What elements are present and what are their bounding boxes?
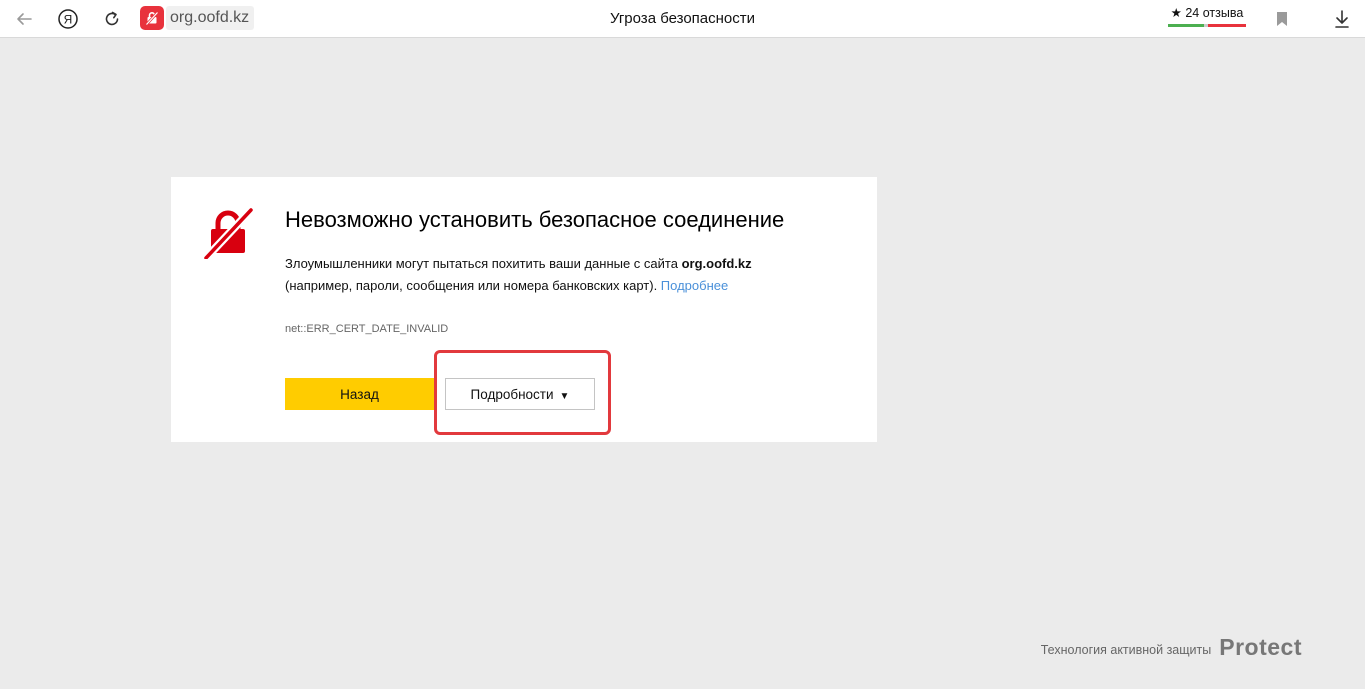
connection-warning-button[interactable] bbox=[140, 6, 164, 30]
bookmark-icon bbox=[1277, 12, 1287, 26]
address-bar[interactable]: org.oofd.kz bbox=[140, 6, 255, 30]
reviews-negative-bar bbox=[1208, 24, 1246, 27]
error-card: Невозможно установить безопасное соедине… bbox=[171, 177, 877, 442]
address-host[interactable]: org.oofd.kz bbox=[166, 6, 255, 30]
error-description-text-cont: (например, пароли, сообщения или номера … bbox=[285, 278, 661, 293]
reviews-label: ★ 24 отзыва bbox=[1170, 6, 1244, 20]
svg-text:Я: Я bbox=[64, 13, 73, 27]
protect-tech-label: Технология активной защиты bbox=[1040, 643, 1212, 657]
reload-icon bbox=[105, 11, 119, 26]
protect-footer: Технология активной защиты Protect bbox=[1041, 634, 1302, 661]
error-title: Невозможно установить безопасное соедине… bbox=[285, 207, 785, 232]
error-description-host: org.oofd.kz bbox=[681, 256, 752, 271]
protect-logo: Protect bbox=[1219, 634, 1302, 660]
triangle-down-icon: ▼ bbox=[559, 390, 570, 402]
broken-lock-icon bbox=[145, 11, 159, 26]
reviews-positive-bar bbox=[1168, 24, 1204, 27]
back-button-main[interactable]: Назад bbox=[285, 378, 434, 410]
arrow-left-icon bbox=[17, 13, 32, 25]
back-button[interactable] bbox=[12, 7, 36, 31]
reviews-rating-bar bbox=[1168, 24, 1246, 27]
browser-toolbar: Я org.oofd.kz Угроза безопасности ★ 24 о… bbox=[0, 0, 1365, 38]
bookmark-button[interactable] bbox=[1272, 9, 1292, 29]
reload-button[interactable] bbox=[100, 7, 124, 31]
details-button[interactable]: Подробности ▼ bbox=[445, 378, 595, 410]
reviews-badge[interactable]: ★ 24 отзыва bbox=[1168, 5, 1246, 29]
yandex-home-button[interactable]: Я bbox=[56, 7, 80, 31]
download-icon bbox=[1335, 10, 1349, 28]
yandex-logo-icon: Я bbox=[58, 9, 78, 29]
details-button-label: Подробности bbox=[470, 386, 554, 402]
download-button[interactable] bbox=[1331, 8, 1353, 30]
error-code: net::ERR_CERT_DATE_INVALID bbox=[285, 323, 449, 335]
more-info-link[interactable]: Подробнее bbox=[661, 278, 728, 293]
error-description-text: Злоумышленники могут пытаться похитить в… bbox=[285, 256, 682, 271]
broken-lock-icon bbox=[203, 207, 255, 261]
error-description: Злоумышленники могут пытаться похитить в… bbox=[285, 253, 855, 297]
